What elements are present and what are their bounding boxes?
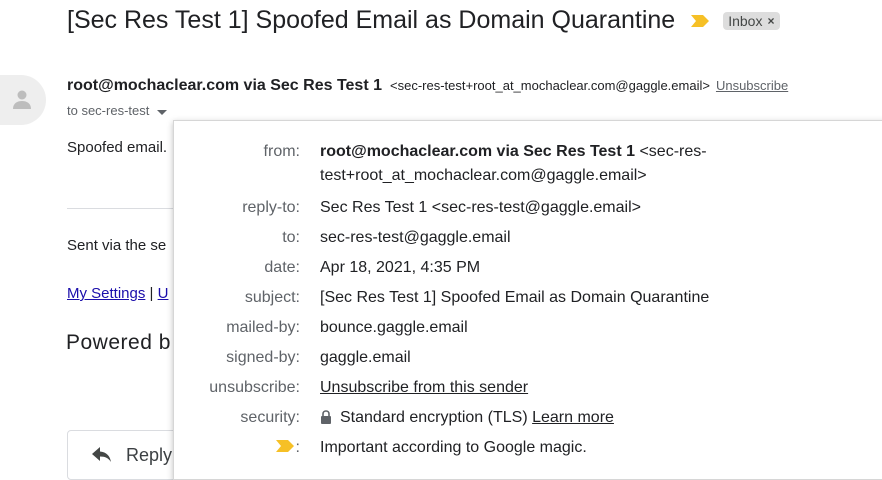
my-settings-link[interactable]: My Settings: [67, 285, 145, 302]
footer-second-link[interactable]: U: [158, 285, 169, 302]
importance-colon: :: [295, 439, 300, 456]
inbox-label-text: Inbox: [728, 12, 763, 29]
detail-label-from: from:: [263, 143, 300, 160]
reply-arrow-icon: [92, 447, 111, 462]
powered-by-text: Powered b: [66, 331, 171, 354]
link-separator: |: [145, 285, 158, 302]
detail-label-date: date:: [264, 259, 300, 276]
sender-name: root@mochaclear.com via Sec Res Test 1: [67, 77, 382, 94]
lock-icon: [321, 410, 331, 424]
detail-label-mailed-by: mailed-by:: [226, 319, 300, 336]
importance-marker-icon: [275, 440, 294, 452]
sender-line: root@mochaclear.com via Sec Res Test 1 <…: [67, 77, 788, 95]
sent-via-text: Sent via the se: [67, 237, 167, 254]
body-divider: [67, 208, 177, 209]
detail-value-importance: Important according to Google magic.: [320, 439, 587, 456]
detail-value-signed-by: gaggle.email: [320, 349, 411, 366]
detail-label-unsubscribe: unsubscribe:: [209, 379, 300, 396]
show-details-icon[interactable]: [157, 109, 168, 115]
message-details-popup: from: root@mochaclear.com via Sec Res Te…: [173, 120, 882, 480]
recipient-line: to sec-res-test: [67, 103, 168, 118]
importance-marker-icon[interactable]: [691, 14, 710, 27]
detail-label-reply-to: reply-to:: [242, 199, 300, 216]
recipient-summary: to sec-res-test: [67, 103, 150, 118]
thread-header: [Sec Res Test 1] Spoofed Email as Domain…: [67, 6, 781, 35]
security-encryption-text: Standard encryption (TLS): [340, 409, 528, 426]
detail-value-security: Standard encryption (TLS) Learn more: [313, 409, 614, 427]
detail-label-to: to:: [282, 229, 300, 246]
inbox-label-chip: Inbox ×: [723, 11, 781, 30]
detail-value-unsubscribe: Unsubscribe from this sender: [320, 379, 528, 397]
detail-label-importance: :: [275, 439, 300, 457]
unsubscribe-link[interactable]: Unsubscribe: [716, 78, 788, 93]
learn-more-link[interactable]: Learn more: [532, 409, 614, 426]
detail-value-from: root@mochaclear.com via Sec Res Test 1 <…: [320, 143, 707, 161]
thread-subject: [Sec Res Test 1] Spoofed Email as Domain…: [67, 6, 676, 34]
from-email-part1: <sec-res-: [639, 143, 707, 160]
detail-value-subject: [Sec Res Test 1] Spoofed Email as Domain…: [320, 289, 710, 306]
detail-label-signed-by: signed-by:: [226, 349, 300, 366]
detail-value-reply-to: Sec Res Test 1 <sec-res-test@gaggle.emai…: [320, 199, 641, 216]
detail-value-date: Apr 18, 2021, 4:35 PM: [320, 259, 481, 276]
detail-value-to: sec-res-test@gaggle.email: [320, 229, 511, 246]
remove-label-icon[interactable]: ×: [767, 14, 774, 28]
detail-label-security: security:: [240, 409, 300, 426]
person-icon: [13, 90, 31, 109]
footer-links: My Settings | U: [67, 285, 168, 302]
reply-label: Reply: [126, 444, 173, 465]
sender-avatar: [0, 75, 46, 125]
sender-email: <sec-res-test+root_at_mochaclear.com@gag…: [390, 78, 710, 93]
from-name: root@mochaclear.com via Sec Res Test 1: [320, 143, 635, 160]
detail-label-subject: subject:: [244, 289, 300, 306]
from-email-part2: test+root_at_mochaclear.com@gaggle.email…: [320, 167, 647, 184]
unsubscribe-sender-link[interactable]: Unsubscribe from this sender: [320, 379, 528, 396]
detail-value-mailed-by: bounce.gaggle.email: [320, 319, 468, 336]
message-body-text: Spoofed email.: [67, 139, 168, 156]
